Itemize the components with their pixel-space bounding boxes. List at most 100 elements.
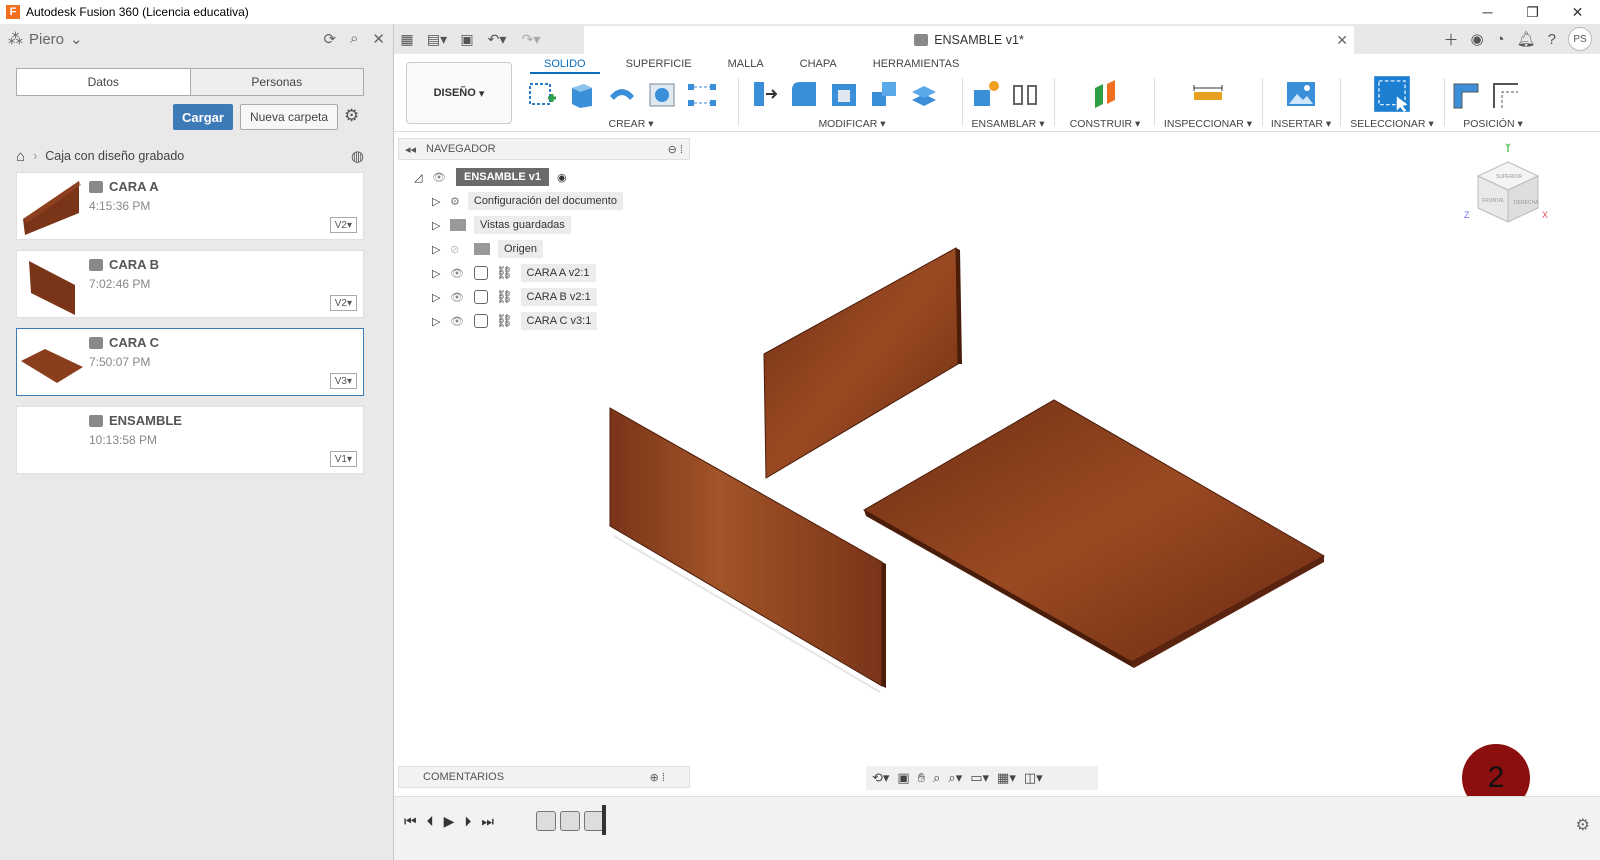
model-body-bottom-panel[interactable] <box>862 399 1326 668</box>
search-icon[interactable]: ⌕ <box>350 30 358 48</box>
step-forward-icon[interactable]: ⏵ <box>464 813 471 830</box>
model-body-back-panel[interactable] <box>763 247 962 479</box>
select-icon[interactable] <box>1373 75 1411 113</box>
triangle-right-icon[interactable]: ▷ <box>432 315 442 328</box>
version-badge[interactable]: V1 ▾ <box>329 451 357 467</box>
home-icon[interactable]: ⌂ <box>16 148 25 165</box>
tab-solido[interactable]: SOLIDO <box>530 58 600 74</box>
timeline-feature-insert[interactable] <box>536 811 556 831</box>
comments-panel[interactable]: COMENTARIOS ⊕ ⁞ <box>398 766 690 788</box>
job-status-icon[interactable]: ◔ <box>1496 31 1505 48</box>
help-icon[interactable]: ? <box>1548 31 1556 48</box>
tree-item-origin[interactable]: ▷ ⊘ Origen <box>432 238 544 260</box>
tree-item-views[interactable]: ▷ Vistas guardadas <box>432 214 571 236</box>
construct-plane-icon[interactable] <box>1089 78 1121 110</box>
insertar-menu[interactable]: INSERTAR ▾ <box>1268 118 1334 130</box>
eye-icon[interactable]: 👁︎ <box>450 315 466 328</box>
grid-settings-icon[interactable]: ▦▾ <box>997 770 1016 786</box>
save-icon[interactable]: ▣ <box>454 31 480 48</box>
gear-icon[interactable]: ⚙ <box>344 106 359 126</box>
pattern-icon[interactable] <box>686 78 718 110</box>
modificar-menu[interactable]: MODIFICAR ▾ <box>748 118 956 130</box>
file-card-cara-b[interactable]: CARA B 7:02:46 PM V2 ▾ <box>16 250 364 318</box>
zoom-icon[interactable]: ⌕ <box>933 770 940 786</box>
refresh-icon[interactable]: ⟳ <box>323 30 336 48</box>
go-to-end-icon[interactable]: ⏭ <box>481 813 494 830</box>
version-badge[interactable]: V3 ▾ <box>329 373 357 389</box>
file-card-cara-c[interactable]: CARA C 7:50:07 PM V3 ▾ <box>16 328 364 396</box>
eye-icon[interactable]: 👁︎ <box>432 171 448 184</box>
offset-face-icon[interactable] <box>908 78 940 110</box>
inspeccionar-menu[interactable]: INSPECCIONAR ▾ <box>1160 118 1256 130</box>
eye-hidden-icon[interactable]: ⊘ <box>450 243 466 256</box>
fillet-icon[interactable] <box>788 78 820 110</box>
timeline-feature-insert[interactable] <box>584 811 604 831</box>
tree-item-cara-b[interactable]: ▷ 👁︎ ⛓ CARA B v2:1 <box>432 286 597 308</box>
triangle-right-icon[interactable]: ▷ <box>432 195 442 208</box>
timeline-feature-insert[interactable] <box>560 811 580 831</box>
play-icon[interactable]: ▶ <box>444 813 455 830</box>
close-panel-icon[interactable]: ✕ <box>372 30 385 48</box>
measure-icon[interactable] <box>1192 78 1224 110</box>
new-tab-icon[interactable]: ＋ <box>1443 29 1458 50</box>
capture-position-icon[interactable] <box>1450 78 1482 110</box>
close-tab-icon[interactable]: ✕ <box>1336 32 1348 49</box>
upload-button[interactable]: Cargar <box>173 104 233 130</box>
undo-icon[interactable]: ↶▾ <box>480 31 514 48</box>
version-badge[interactable]: V2 ▾ <box>329 295 357 311</box>
triangle-right-icon[interactable]: ▷ <box>432 243 442 256</box>
extensions-icon[interactable]: ◉ <box>1470 30 1483 48</box>
insert-image-icon[interactable] <box>1285 78 1317 110</box>
revolve-icon[interactable] <box>606 78 638 110</box>
orbit-icon[interactable]: ⟲▾ <box>872 770 889 786</box>
tab-superficie[interactable]: SUPERFICIE <box>612 58 706 74</box>
create-sketch-icon[interactable] <box>526 78 558 110</box>
avatar[interactable]: PS <box>1568 27 1592 51</box>
crear-menu[interactable]: CREAR ▾ <box>526 118 736 130</box>
shell-icon[interactable] <box>828 78 860 110</box>
breadcrumb-project[interactable]: Caja con diseño grabado <box>45 149 184 163</box>
press-pull-icon[interactable] <box>748 78 780 110</box>
fit-icon[interactable]: ⌕▾ <box>948 770 962 786</box>
ensamblar-menu[interactable]: ENSAMBLAR ▾ <box>970 118 1046 130</box>
tree-item-cara-a[interactable]: ▷ 👁︎ ⛓ CARA A v2:1 <box>432 262 596 284</box>
triangle-right-icon[interactable]: ▷ <box>432 219 442 232</box>
globe-icon[interactable]: ◍ <box>351 147 364 165</box>
timeline-settings-gear-icon[interactable]: ⚙ <box>1576 815 1590 835</box>
triangle-right-icon[interactable]: ▷ <box>432 291 442 304</box>
file-card-ensamble[interactable]: ENSAMBLE 10:13:58 PM V1 ▾ <box>16 406 364 474</box>
viewports-icon[interactable]: ◫▾ <box>1024 770 1043 786</box>
viewcube[interactable]: Y SUPERIOR FRONTAL DERECHA Z X <box>1462 142 1552 232</box>
restore-button[interactable]: ❐ <box>1510 0 1555 24</box>
close-window-button[interactable]: ✕ <box>1555 0 1600 24</box>
tree-item-cara-c[interactable]: ▷ 👁︎ ⛓ CARA C v3:1 <box>432 310 598 332</box>
document-tab[interactable]: ENSAMBLE v1* ✕ <box>584 26 1354 54</box>
seleccionar-menu[interactable]: SELECCIONAR ▾ <box>1346 118 1438 130</box>
combine-icon[interactable] <box>868 78 900 110</box>
file-menu-icon[interactable]: ▤▾ <box>420 31 454 48</box>
eye-icon[interactable]: 👁︎ <box>450 267 466 280</box>
tab-datos[interactable]: Datos <box>17 69 190 95</box>
tab-chapa[interactable]: CHAPA <box>786 58 851 74</box>
timeline-marker[interactable] <box>602 805 606 835</box>
look-at-icon[interactable]: ▣ <box>897 770 909 786</box>
triangle-down-icon[interactable]: ◿ <box>414 171 424 184</box>
tab-herramientas[interactable]: HERRAMIENTAS <box>859 58 974 74</box>
tree-item-config[interactable]: ▷ ⚙ Configuración del documento <box>432 190 623 212</box>
minimize-button[interactable]: ─ <box>1465 0 1510 24</box>
posicion-menu[interactable]: POSICIÓN ▾ <box>1450 118 1536 130</box>
pan-hand-icon[interactable]: ✋︎ <box>918 770 925 786</box>
model-body-left-panel[interactable] <box>609 407 886 693</box>
go-to-start-icon[interactable]: ⏮ <box>404 813 417 830</box>
step-back-icon[interactable]: ⏴ <box>427 813 434 830</box>
eye-icon[interactable]: 👁︎ <box>450 291 466 304</box>
apps-grid-icon[interactable]: ▦ <box>394 31 420 48</box>
add-comment-icon[interactable]: ⊕ ⁞ <box>650 771 665 784</box>
workspace-switcher[interactable]: DISEÑO ▾ <box>406 62 512 124</box>
redo-icon[interactable]: ↷▾ <box>514 31 548 48</box>
notifications-bell-icon[interactable]: 🔔︎ <box>1517 30 1536 48</box>
construir-menu[interactable]: CONSTRUIR ▾ <box>1062 118 1148 130</box>
tab-malla[interactable]: MALLA <box>714 58 778 74</box>
collapse-icon[interactable]: ◂◂ <box>405 143 416 156</box>
extrude-icon[interactable] <box>566 78 598 110</box>
